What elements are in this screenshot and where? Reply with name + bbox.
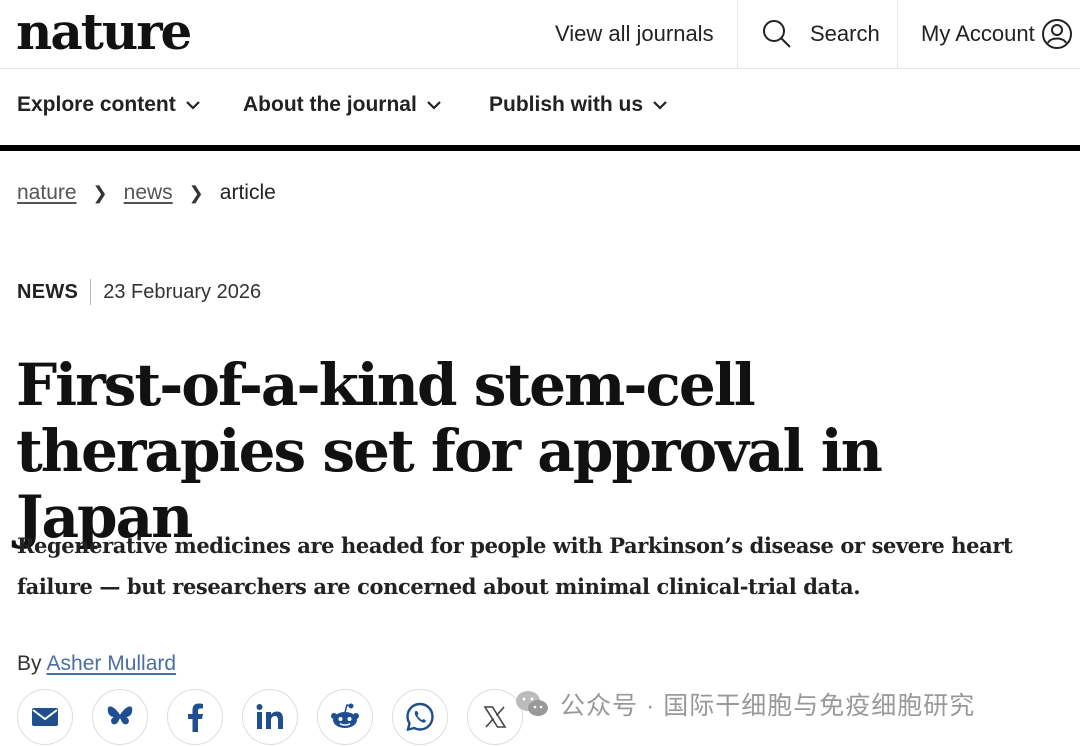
byline-prefix: By bbox=[17, 652, 42, 675]
x-icon bbox=[483, 706, 507, 728]
share-bar bbox=[17, 689, 542, 745]
breadcrumb-article: article bbox=[219, 181, 276, 204]
wechat-watermark: 公众号 · 国际干细胞与免疫细胞研究 bbox=[514, 686, 975, 722]
watermark-text: 公众号 · 国际干细胞与免疫细胞研究 bbox=[560, 692, 976, 720]
linkedin-icon bbox=[256, 704, 283, 729]
chevron-down-icon bbox=[427, 101, 441, 110]
share-reddit-button[interactable] bbox=[317, 689, 373, 745]
my-account-button[interactable]: My Account bbox=[897, 0, 1080, 68]
publish-date: 23 February 2026 bbox=[103, 280, 262, 303]
view-all-journals-link[interactable]: View all journals bbox=[555, 0, 714, 68]
whatsapp-icon bbox=[406, 702, 434, 732]
reddit-icon bbox=[331, 703, 359, 728]
chevron-right-icon: ❯ bbox=[188, 182, 204, 203]
byline: By Asher Mullard bbox=[17, 652, 176, 676]
nav-label: Explore content bbox=[17, 93, 176, 116]
share-linkedin-button[interactable] bbox=[242, 689, 298, 745]
chevron-down-icon bbox=[185, 101, 200, 110]
meta-divider bbox=[90, 279, 92, 305]
author-link[interactable]: Asher Mullard bbox=[47, 652, 177, 675]
search-icon bbox=[763, 20, 791, 48]
breadcrumb-news[interactable]: news bbox=[124, 181, 173, 205]
share-facebook-button[interactable] bbox=[167, 689, 223, 745]
article-type: NEWS bbox=[17, 280, 79, 303]
search-button[interactable]: Search bbox=[737, 0, 897, 68]
chevron-right-icon: ❯ bbox=[92, 182, 108, 203]
header-divider bbox=[0, 145, 1080, 151]
breadcrumb: nature ❯ news ❯ article bbox=[17, 181, 276, 205]
share-email-button[interactable] bbox=[17, 689, 73, 745]
main-nav: Explore content About the journal Publis… bbox=[0, 69, 1080, 145]
site-header: nature View all journals Search My Accou… bbox=[0, 0, 1080, 69]
user-icon bbox=[1041, 19, 1072, 49]
nav-label: Publish with us bbox=[489, 93, 644, 116]
share-bluesky-button[interactable] bbox=[92, 689, 148, 745]
wechat-icon bbox=[516, 691, 548, 716]
account-label: My Account bbox=[921, 21, 1035, 46]
article-meta: NEWS 23 February 2026 bbox=[17, 279, 261, 305]
article-standfirst: Regenerative medicines are headed for pe… bbox=[17, 533, 1013, 599]
facebook-icon bbox=[188, 703, 203, 732]
search-label: Search bbox=[810, 21, 880, 46]
breadcrumb-nature[interactable]: nature bbox=[17, 181, 77, 205]
nav-label: About the journal bbox=[243, 93, 417, 116]
share-whatsapp-button[interactable] bbox=[392, 689, 448, 745]
nav-about-the-journal[interactable]: About the journal bbox=[243, 93, 441, 117]
bluesky-icon bbox=[107, 706, 133, 725]
nature-logo[interactable]: nature bbox=[16, 2, 192, 62]
nav-explore-content[interactable]: Explore content bbox=[17, 93, 200, 117]
article-title: First-of-a-kind stem-cell therapies set … bbox=[16, 351, 883, 551]
nav-publish-with-us[interactable]: Publish with us bbox=[489, 93, 667, 117]
chevron-down-icon bbox=[653, 101, 667, 110]
email-icon bbox=[32, 708, 58, 726]
